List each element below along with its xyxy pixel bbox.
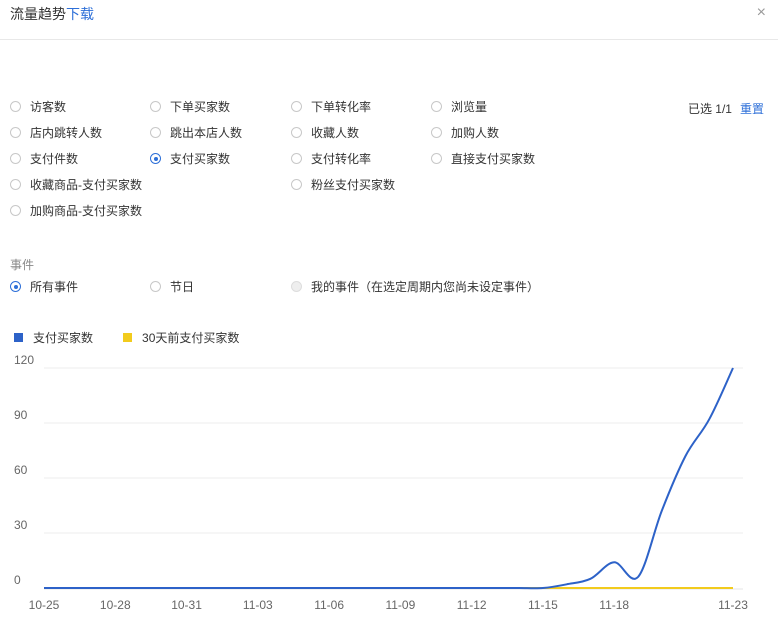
selection-count: 已选 1/1 <box>687 102 732 116</box>
x-tick-label: 11-06 <box>314 598 344 612</box>
radio-icon[interactable] <box>150 127 161 138</box>
metric-option[interactable]: 直接支付买家数 <box>431 150 535 167</box>
dialog-header: 流量趋势下载 × <box>0 0 778 40</box>
x-tick-label: 10-25 <box>29 598 60 612</box>
trend-chart: 0 30 60 90 120 10-25 10-28 10-31 11-03 11-06 11-09… <box>14 353 748 612</box>
event-label: 节日 <box>170 280 195 294</box>
legend-swatch-blue <box>14 333 23 342</box>
radio-icon[interactable] <box>150 281 161 292</box>
radio-icon[interactable] <box>291 153 302 164</box>
metric-option[interactable]: 加购商品-支付买家数 <box>10 202 142 219</box>
metric-option[interactable]: 支付买家数 <box>150 150 230 167</box>
y-tick-label: 0 <box>14 573 21 587</box>
radio-icon[interactable] <box>10 101 21 112</box>
event-label: 所有事件 <box>30 280 79 294</box>
radio-icon[interactable] <box>10 153 21 164</box>
radio-icon[interactable] <box>10 179 21 190</box>
events-label: 事件 <box>10 258 35 272</box>
x-tick-label: 11-23 <box>718 598 748 612</box>
metric-label: 店内跳转人数 <box>30 126 103 140</box>
reset-link[interactable]: 重置 <box>740 102 764 116</box>
metric-label: 下单买家数 <box>170 100 231 114</box>
dialog-title: 流量趋势下载 <box>10 4 94 24</box>
radio-icon[interactable] <box>291 127 302 138</box>
metric-option[interactable]: 收藏人数 <box>291 124 359 141</box>
metric-option[interactable]: 浏览量 <box>431 98 487 115</box>
radio-icon[interactable] <box>291 179 302 190</box>
metric-option[interactable]: 店内跳转人数 <box>10 124 102 141</box>
metric-label: 加购商品-支付买家数 <box>30 204 142 218</box>
x-tick-label: 11-12 <box>457 598 487 612</box>
metric-label: 浏览量 <box>451 100 488 114</box>
chart-legend: 支付买家数 30天前支付买家数 <box>14 329 269 346</box>
metric-label: 支付买家数 <box>170 152 231 166</box>
y-tick-label: 60 <box>14 463 28 477</box>
legend-label: 30天前支付买家数 <box>142 331 240 345</box>
metric-option[interactable]: 下单买家数 <box>150 98 230 115</box>
x-tick-label: 10-31 <box>171 598 202 612</box>
metric-label: 加购人数 <box>451 126 500 140</box>
x-tick-label: 11-09 <box>385 598 415 612</box>
y-tick-label: 120 <box>14 353 34 367</box>
metric-label: 粉丝支付买家数 <box>311 178 396 192</box>
event-option[interactable]: 所有事件 <box>10 278 78 295</box>
radio-icon[interactable] <box>10 205 21 216</box>
title-text: 流量趋势 <box>10 6 66 22</box>
radio-icon[interactable] <box>291 101 302 112</box>
legend-label: 支付买家数 <box>33 331 94 345</box>
selection-info: 已选 1/1 重置 <box>688 100 764 117</box>
x-tick-label: 11-15 <box>528 598 558 612</box>
radio-checked-icon[interactable] <box>150 153 161 164</box>
event-label: 我的事件（在选定周期内您尚未设定事件） <box>311 280 540 294</box>
metric-option[interactable]: 加购人数 <box>431 124 499 141</box>
metric-option[interactable]: 下单转化率 <box>291 98 371 115</box>
radio-icon[interactable] <box>10 127 21 138</box>
metric-option[interactable]: 收藏商品-支付买家数 <box>10 176 142 193</box>
radio-checked-icon[interactable] <box>10 281 21 292</box>
metric-label: 收藏人数 <box>311 126 360 140</box>
legend-item-30days-ago[interactable]: 30天前支付买家数 <box>123 329 239 346</box>
legend-swatch-yellow <box>123 333 133 342</box>
y-tick-label: 90 <box>14 408 28 422</box>
radio-icon[interactable] <box>431 153 442 164</box>
y-tick-label: 30 <box>14 518 28 532</box>
metric-label: 直接支付买家数 <box>451 152 536 166</box>
event-option: 我的事件（在选定周期内您尚未设定事件） <box>291 278 539 295</box>
download-link[interactable]: 下载 <box>66 6 94 22</box>
metric-option[interactable]: 支付件数 <box>10 150 78 167</box>
legend-item-pay-buyers[interactable]: 支付买家数 <box>14 329 93 346</box>
metric-option[interactable]: 支付转化率 <box>291 150 371 167</box>
x-tick-label: 11-18 <box>599 598 629 612</box>
metric-label: 收藏商品-支付买家数 <box>30 178 142 192</box>
event-option[interactable]: 节日 <box>150 278 194 295</box>
metric-label: 支付转化率 <box>311 152 372 166</box>
metric-label: 下单转化率 <box>311 100 372 114</box>
metric-option[interactable]: 访客数 <box>10 98 66 115</box>
x-tick-label: 10-28 <box>100 598 131 612</box>
metric-label: 访客数 <box>30 100 67 114</box>
metric-label: 跳出本店人数 <box>170 126 243 140</box>
radio-icon[interactable] <box>431 101 442 112</box>
radio-icon[interactable] <box>150 101 161 112</box>
x-tick-label: 11-03 <box>243 598 273 612</box>
radio-icon <box>291 281 302 292</box>
metric-label: 支付件数 <box>30 152 79 166</box>
metric-option[interactable]: 跳出本店人数 <box>150 124 242 141</box>
radio-icon[interactable] <box>431 127 442 138</box>
metric-option[interactable]: 粉丝支付买家数 <box>291 176 395 193</box>
close-icon[interactable]: × <box>757 4 766 22</box>
